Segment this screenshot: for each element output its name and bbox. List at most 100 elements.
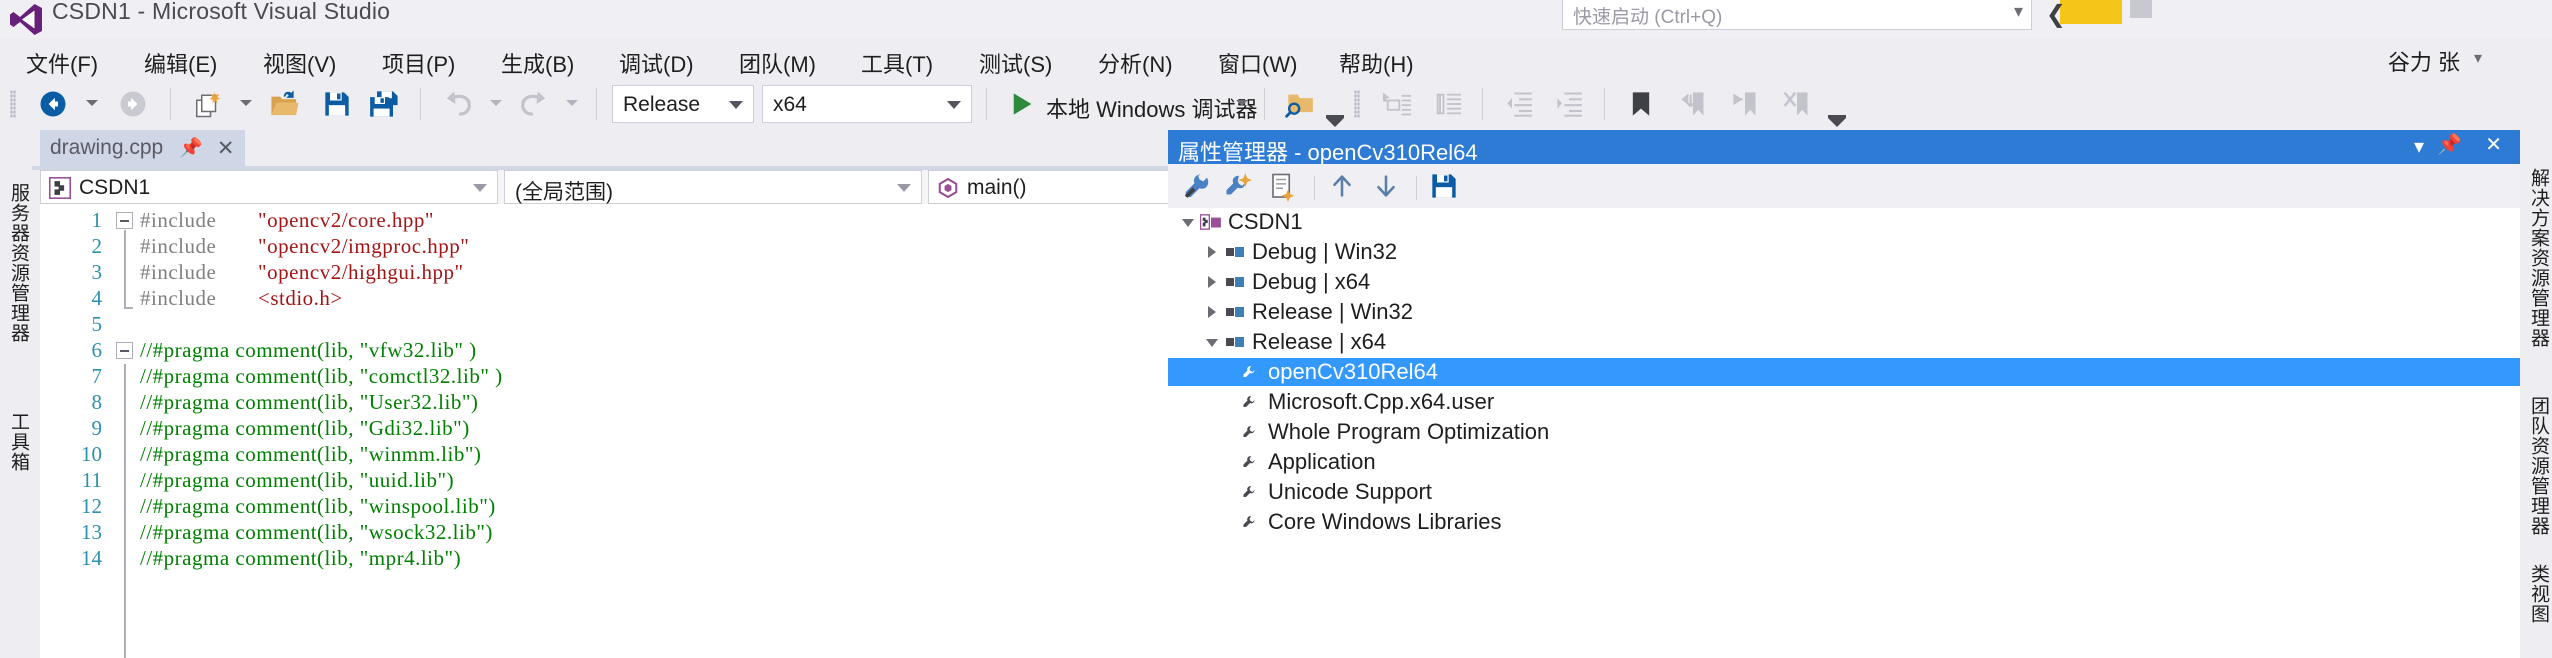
solution-platform-combo[interactable]: x64	[762, 85, 972, 123]
navigate-forward-button[interactable]	[110, 84, 156, 124]
undo-button[interactable]	[436, 84, 480, 124]
tree-row[interactable]: Whole Program Optimization	[1168, 418, 2520, 446]
clear-bookmarks-button[interactable]	[1774, 84, 1820, 124]
menu-item-edit[interactable]: 编辑(E)	[138, 45, 223, 81]
start-debugging-dropdown-icon[interactable]	[1236, 100, 1248, 106]
navbar-member-combo[interactable]: main()	[928, 170, 1168, 204]
code-token: #include	[140, 286, 223, 310]
next-bookmark-button[interactable]	[1722, 84, 1768, 124]
comment-selection-button[interactable]	[1374, 84, 1420, 124]
increase-indent-button[interactable]	[1546, 84, 1592, 124]
close-icon[interactable]: ✕	[217, 136, 235, 161]
tree-row[interactable]: Microsoft.Cpp.x64.user	[1168, 388, 2520, 416]
signed-in-user[interactable]: 谷力 张	[2388, 45, 2460, 77]
toolbar-grip[interactable]	[1354, 90, 1360, 118]
chevron-down-icon[interactable]	[947, 101, 961, 109]
fold-toggle-icon[interactable]	[116, 342, 133, 359]
save-icon	[325, 92, 349, 116]
navigate-backward-dropdown-icon[interactable]	[86, 100, 98, 106]
chevron-down-icon[interactable]	[1182, 219, 1194, 227]
add-existing-property-sheet-button[interactable]	[1268, 172, 1298, 207]
document-tab-drawing-cpp[interactable]: drawing.cpp 📌 ✕	[40, 130, 245, 166]
dock-tab-class-view[interactable]: 类视图	[2520, 554, 2552, 634]
menu-item-analyze[interactable]: 分析(N)	[1092, 45, 1179, 81]
toolbar-grip[interactable]	[10, 90, 16, 118]
tree-row[interactable]: Release | x64	[1168, 328, 2520, 356]
tree-row[interactable]: Core Windows Libraries	[1168, 508, 2520, 536]
menu-item-debug[interactable]: 调试(D)	[613, 45, 700, 81]
save-property-sheet-button[interactable]	[1430, 172, 1458, 205]
redo-dropdown-icon[interactable]	[566, 100, 578, 106]
chevron-down-icon[interactable]	[729, 101, 743, 109]
chevron-left-icon[interactable]: ❮	[2046, 0, 2066, 29]
navbar-project-combo[interactable]: CSDN1	[40, 170, 498, 204]
code-token: //#pragma comment(lib, "User32.lib")	[140, 390, 479, 414]
chevron-down-icon[interactable]: ▾	[2474, 48, 2482, 68]
pin-icon[interactable]: 📌	[179, 136, 203, 160]
add-new-project-property-sheet-button[interactable]	[1224, 172, 1254, 207]
menu-item-project[interactable]: 项目(P)	[376, 45, 461, 81]
chevron-down-icon[interactable]	[473, 184, 487, 192]
property-manager-tree[interactable]: CSDN1 Debug | Win32 Debug | x64 Release …	[1168, 208, 2520, 658]
start-debugging-label[interactable]: 本地 Windows 调试器	[1046, 92, 1257, 124]
wrench-icon	[1184, 174, 1209, 198]
quick-launch-arrow-icon[interactable]: ▾	[2014, 1, 2023, 22]
tree-row[interactable]: Debug | Win32	[1168, 238, 2520, 266]
dock-tab-toolbox[interactable]: 工具箱	[0, 392, 32, 492]
chevron-down-icon[interactable]	[897, 184, 911, 192]
find-in-files-button[interactable]	[1278, 84, 1322, 124]
menu-item-window[interactable]: 窗口(W)	[1212, 45, 1303, 81]
tree-row[interactable]: Unicode Support	[1168, 478, 2520, 506]
chevron-right-icon[interactable]	[1208, 306, 1216, 318]
menu-item-help[interactable]: 帮助(H)	[1333, 45, 1420, 81]
tree-row[interactable]: openCv310Rel64	[1168, 358, 2520, 386]
save-all-button[interactable]	[362, 84, 408, 124]
dock-tab-solution-explorer[interactable]: 解决方案资源管理器	[2520, 138, 2552, 378]
quick-launch-box[interactable]: 快速启动 (Ctrl+Q) ▾	[1562, 0, 2032, 30]
dock-tab-team-explorer[interactable]: 团队资源管理器	[2520, 386, 2552, 546]
new-item-dropdown-icon[interactable]	[240, 100, 252, 106]
menu-item-tools[interactable]: 工具(T)	[855, 45, 939, 81]
menu-item-view[interactable]: 视图(V)	[257, 45, 342, 81]
menu-item-team[interactable]: 团队(M)	[733, 45, 822, 81]
undo-dropdown-icon[interactable]	[490, 100, 502, 106]
tree-row[interactable]: CSDN1	[1168, 208, 2520, 236]
decrease-indent-button[interactable]	[1496, 84, 1542, 124]
toggle-bookmark-button[interactable]	[1618, 84, 1664, 124]
undo-icon	[446, 91, 471, 116]
tree-row[interactable]: Release | Win32	[1168, 298, 2520, 326]
uncomment-selection-button[interactable]	[1424, 84, 1470, 124]
solution-platform-value: x64	[773, 93, 807, 116]
navigate-backward-button[interactable]	[30, 84, 76, 124]
close-icon[interactable]: ✕	[2485, 132, 2502, 157]
chevron-right-icon[interactable]	[1208, 276, 1216, 288]
move-down-button[interactable]	[1372, 172, 1400, 205]
pin-icon[interactable]: 📌	[2437, 132, 2462, 157]
menu-item-build[interactable]: 生成(B)	[495, 45, 580, 81]
tree-row[interactable]: Debug | x64	[1168, 268, 2520, 296]
toolbar-overflow-icon-2[interactable]	[1828, 118, 1846, 127]
start-debugging-button[interactable]	[1000, 84, 1044, 124]
menu-item-file[interactable]: 文件(F)	[20, 45, 104, 81]
code-editor-surface[interactable]: 1 #include "opencv2/core.hpp" 2 #include…	[40, 204, 1168, 658]
property-manager-title-bar[interactable]: 属性管理器 - openCv310Rel64 ▾ 📌 ✕	[1168, 130, 2520, 165]
redo-button[interactable]	[512, 84, 556, 124]
toolbar-overflow-icon[interactable]	[1326, 118, 1344, 127]
chevron-down-icon[interactable]	[1206, 339, 1218, 347]
new-item-button[interactable]	[186, 84, 230, 124]
property-sheet-icon	[1242, 454, 1260, 477]
open-file-button[interactable]	[262, 84, 308, 124]
previous-bookmark-button[interactable]	[1670, 84, 1716, 124]
save-button[interactable]	[316, 84, 358, 124]
save-all-icon	[370, 91, 398, 117]
solution-configuration-combo[interactable]: Release	[612, 85, 754, 123]
navbar-scope-combo[interactable]: (全局范围)	[504, 170, 922, 204]
tree-row[interactable]: Application	[1168, 448, 2520, 476]
fold-toggle-icon[interactable]	[116, 212, 133, 229]
menu-item-test[interactable]: 测试(S)	[973, 45, 1058, 81]
move-up-button[interactable]	[1328, 172, 1356, 205]
properties-button[interactable]	[1182, 172, 1212, 207]
dock-tab-server-explorer[interactable]: 服务器资源管理器	[0, 148, 32, 378]
chevron-down-icon[interactable]: ▾	[2414, 134, 2424, 159]
chevron-right-icon[interactable]	[1208, 246, 1216, 258]
